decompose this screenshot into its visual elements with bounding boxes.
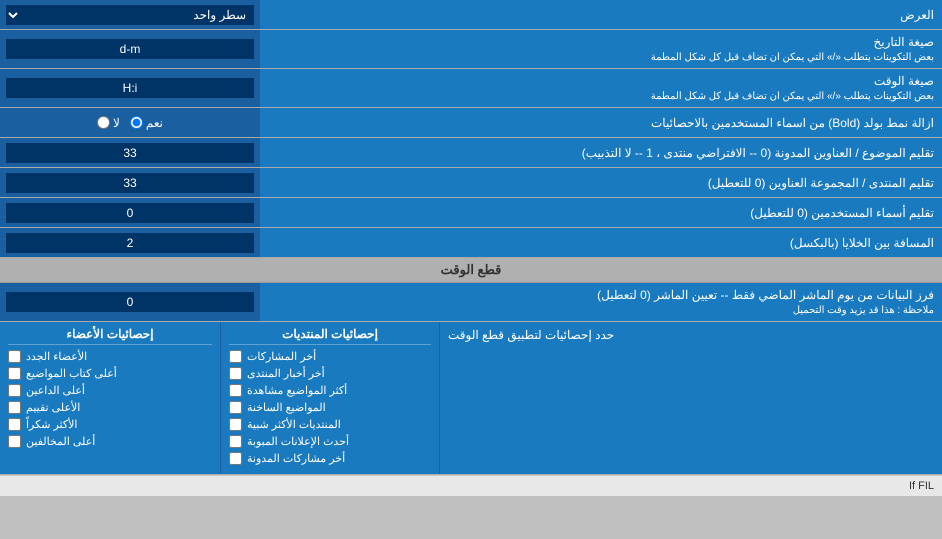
topic-subject-label: تقليم الموضوع / العناوين المدونة (0 -- ا… — [260, 138, 942, 167]
date-format-input-container — [0, 30, 260, 68]
lines-per-post-select[interactable]: سطر واحد سطران ثلاثة أسطر — [6, 5, 254, 25]
forum-addresses-input-container — [0, 168, 260, 197]
radio-yes: نعم — [130, 116, 163, 130]
stat-forum-7-checkbox[interactable] — [229, 452, 242, 465]
forums-stats-title: إحصائيات المنتديات — [229, 327, 431, 345]
time-cutoff-header: قطع الوقت — [0, 258, 942, 283]
stat-forum-2: أخر أخبار المنتدى — [229, 367, 431, 380]
stat-forum-4-checkbox[interactable] — [229, 401, 242, 414]
stat-forum-6: أحدث الإعلانات المبوبة — [229, 435, 431, 448]
time-format-input-container — [0, 69, 260, 107]
stat-forum-7: أخر مشاركات المدونة — [229, 452, 431, 465]
stat-member-2-checkbox[interactable] — [8, 367, 21, 380]
topic-subject-input-container — [0, 138, 260, 167]
statistics-main-label: حدد إحصائيات لتطبيق قطع الوقت — [440, 322, 942, 474]
remove-bold-radio-container: نعم لا — [0, 108, 260, 137]
stat-forum-5-checkbox[interactable] — [229, 418, 242, 431]
stat-forum-3-checkbox[interactable] — [229, 384, 242, 397]
member-names-input-container — [0, 198, 260, 227]
space-between-label: المسافة بين الخلايا (بالبكسل) — [260, 228, 942, 257]
radio-no-input[interactable] — [97, 116, 110, 129]
radio-no: لا — [97, 116, 120, 130]
time-format-input[interactable] — [6, 78, 254, 98]
date-format-input[interactable] — [6, 39, 254, 59]
stat-member-2: أعلى كتاب المواضيع — [8, 367, 212, 380]
stat-member-6-checkbox[interactable] — [8, 435, 21, 448]
stat-forum-4: المواضيع الساخنة — [229, 401, 431, 414]
space-between-input[interactable] — [6, 233, 254, 253]
stat-member-3: أعلى الداعين — [8, 384, 212, 397]
stat-forum-6-checkbox[interactable] — [229, 435, 242, 448]
time-format-label: صيغة الوقتبعض التكوينات يتطلب «/» التي ي… — [260, 69, 942, 107]
stat-member-1-checkbox[interactable] — [8, 350, 21, 363]
if-fil-section: If FIL — [0, 475, 942, 496]
radio-yes-input[interactable] — [130, 116, 143, 129]
stat-member-1: الأعضاء الجدد — [8, 350, 212, 363]
space-between-input-container — [0, 228, 260, 257]
date-format-label: صيغة التاريخبعض التكوينات يتطلب «/» التي… — [260, 30, 942, 68]
topic-subject-input[interactable] — [6, 143, 254, 163]
stat-forum-3: أكثر المواضيع مشاهدة — [229, 384, 431, 397]
stat-member-5-checkbox[interactable] — [8, 418, 21, 431]
stat-forum-5: المنتديات الأكثر شبية — [229, 418, 431, 431]
stat-member-3-checkbox[interactable] — [8, 384, 21, 397]
member-names-label: تقليم أسماء المستخدمين (0 للتعطيل) — [260, 198, 942, 227]
cutoff-days-input[interactable] — [6, 292, 254, 312]
forum-addresses-label: تقليم المنتدى / المجموعة العناوين (0 للت… — [260, 168, 942, 197]
stat-member-4-checkbox[interactable] — [8, 401, 21, 414]
forum-addresses-input[interactable] — [6, 173, 254, 193]
members-stats-col: إحصائيات الأعضاء الأعضاء الجدد أعلى كتاب… — [0, 322, 220, 474]
member-names-input[interactable] — [6, 203, 254, 223]
stat-forum-1-checkbox[interactable] — [229, 350, 242, 363]
remove-bold-label: ازالة نمط بولد (Bold) من اسماء المستخدمي… — [260, 108, 942, 137]
stat-member-5: الأكثر شكراً — [8, 418, 212, 431]
cutoff-days-input-container — [0, 283, 260, 321]
forums-stats-col: إحصائيات المنتديات أخر المشاركات أخر أخب… — [220, 322, 440, 474]
stat-forum-2-checkbox[interactable] — [229, 367, 242, 380]
members-stats-title: إحصائيات الأعضاء — [8, 327, 212, 345]
display-label: العرض — [260, 0, 942, 29]
cutoff-days-label: فرز البيانات من يوم الماشر الماضي فقط --… — [260, 283, 942, 321]
lines-per-post-select-container: سطر واحد سطران ثلاثة أسطر — [0, 0, 260, 29]
stat-member-4: الأعلى تقييم — [8, 401, 212, 414]
stat-member-6: أعلى المخالفين — [8, 435, 212, 448]
stat-forum-1: أخر المشاركات — [229, 350, 431, 363]
